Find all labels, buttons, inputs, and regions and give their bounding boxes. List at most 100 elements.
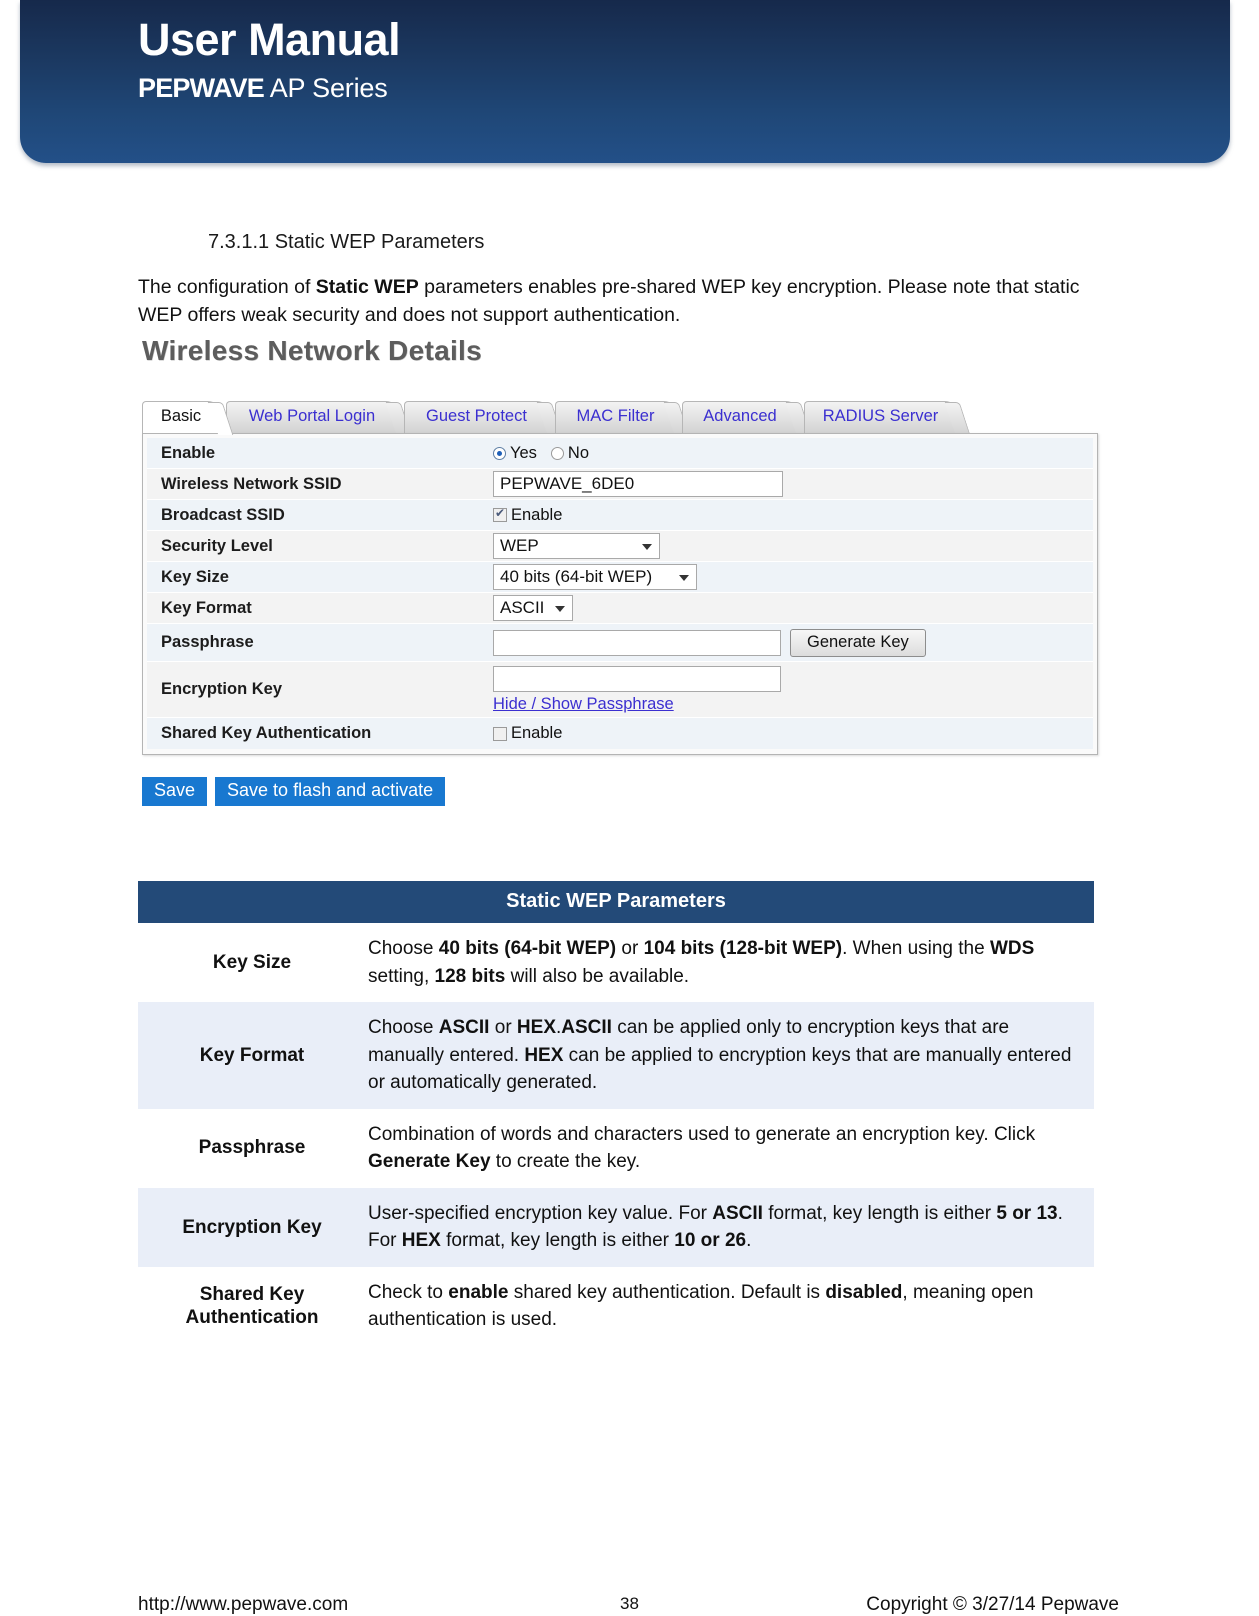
row-enable: Enable Yes No — [147, 438, 1093, 469]
shared-key-auth-checkbox-label: Enable — [511, 724, 563, 742]
checkbox-unchecked-icon — [493, 726, 507, 741]
radio-yes-label: Yes — [510, 443, 537, 462]
key-format-select[interactable]: ASCII — [493, 595, 573, 621]
tab-bar: Basic Web Portal Login Guest Protect MAC… — [142, 401, 1098, 433]
row-passphrase: Passphrase Generate Key — [147, 624, 1093, 662]
param-desc-key-size: Choose 40 bits (64-bit WEP) or 104 bits … — [368, 938, 1035, 987]
key-format-value: ASCII — [500, 598, 545, 617]
chevron-down-icon — [679, 575, 689, 581]
row-label-security-level: Security Level — [161, 536, 273, 555]
series-name: AP Series — [263, 72, 388, 103]
shared-key-auth-checkbox[interactable]: Enable — [493, 724, 562, 743]
checkbox-checked-icon — [493, 506, 507, 523]
param-desc-encryption-key: User-specified encryption key value. For… — [366, 1187, 1094, 1267]
save-to-flash-and-activate-button[interactable]: Save to flash and activate — [215, 777, 446, 806]
tab-label: Basic — [160, 407, 202, 425]
param-name-key-format: Key Format — [138, 1002, 366, 1109]
table-header-row: Static WEP Parameters — [138, 881, 1094, 923]
chevron-down-icon — [555, 606, 565, 612]
row-value-encryption-key: Hide / Show Passphrase — [489, 665, 1093, 714]
param-name-shared-key-auth: Shared Key Authentication — [185, 1283, 319, 1329]
settings-panel: Enable Yes No Wireless Network SSID PEPW… — [142, 433, 1098, 755]
row-value-enable: Yes No — [489, 444, 1093, 463]
radio-no-icon — [550, 446, 564, 460]
radio-yes[interactable]: Yes — [493, 444, 537, 463]
tab-label: MAC Filter — [576, 407, 655, 425]
intro-bold-term: Static WEP — [315, 276, 419, 298]
row-label-key-size: Key Size — [161, 567, 229, 586]
row-label-shared-key-auth: Shared Key Authentication — [161, 724, 372, 742]
param-desc-shared-key-auth: Check to enable shared key authenticatio… — [368, 1281, 1034, 1331]
tab-mac-filter[interactable]: MAC Filter — [555, 401, 676, 433]
ssid-input[interactable]: PEPWAVE_6DE0 — [493, 471, 783, 497]
page-header-banner: User Manual PEPWAVE AP Series — [20, 0, 1230, 163]
tab-label: Web Portal Login — [248, 407, 376, 425]
table-row: Key Size Choose 40 bits (64-bit WEP) or … — [138, 923, 1094, 1002]
row-label-enable: Enable — [161, 443, 216, 462]
static-wep-parameters-table: Static WEP Parameters Key Size Choose 40… — [138, 881, 1094, 1346]
row-key-format: Key Format ASCII — [147, 593, 1093, 624]
row-label-encryption-key: Encryption Key — [161, 680, 283, 698]
tab-label: Guest Protect — [426, 407, 527, 425]
security-level-select[interactable]: WEP — [493, 533, 660, 559]
row-label-broadcast-ssid: Broadcast SSID — [161, 505, 285, 524]
tab-guest-protect[interactable]: Guest Protect — [404, 401, 549, 433]
screenshot-panel-title: Wireless Network Details — [142, 335, 482, 366]
hide-show-passphrase-link[interactable]: Hide / Show Passphrase — [493, 695, 781, 714]
tab-basic[interactable]: Basic — [142, 401, 220, 433]
row-security-level: Security Level WEP — [147, 531, 1093, 562]
footer-copyright: Copyright © 3/27/14 Pepwave — [866, 1594, 1119, 1615]
brand-name: PEPWAVE — [138, 72, 265, 103]
tab-web-portal-login[interactable]: Web Portal Login — [226, 401, 398, 433]
broadcast-ssid-checkbox[interactable]: Enable — [493, 506, 562, 525]
table-row: Key Format Choose ASCII or HEX.ASCII can… — [138, 1002, 1094, 1109]
radio-no[interactable]: No — [550, 443, 590, 463]
broadcast-ssid-checkbox-label: Enable — [511, 505, 563, 524]
chevron-down-icon — [642, 544, 652, 550]
action-button-row: Save Save to flash and activate — [142, 777, 1098, 806]
row-label-ssid: Wireless Network SSID — [161, 474, 342, 493]
encryption-key-group: Hide / Show Passphrase — [493, 665, 781, 714]
row-value-ssid: PEPWAVE_6DE0 — [489, 471, 1093, 497]
security-level-value: WEP — [500, 536, 539, 555]
table-title: Static WEP Parameters — [138, 881, 1094, 923]
ui-screenshot: Wireless Network Details Basic Web Porta… — [138, 335, 1098, 806]
param-desc-key-format: Choose ASCII or HEX.ASCII can be applied… — [366, 1002, 1094, 1109]
row-value-security-level: WEP — [489, 533, 1093, 559]
row-shared-key-auth: Shared Key Authentication Enable — [147, 718, 1093, 749]
param-name-key-size: Key Size — [212, 951, 292, 973]
row-value-key-format: ASCII — [489, 595, 1093, 621]
banner-text-group: User Manual PEPWAVE AP Series — [138, 14, 401, 104]
key-size-select[interactable]: 40 bits (64-bit WEP) — [493, 564, 697, 590]
manual-title: User Manual — [138, 14, 401, 65]
row-label-passphrase: Passphrase — [161, 633, 254, 651]
save-button[interactable]: Save — [142, 777, 208, 806]
row-value-shared-key-auth: Enable — [489, 724, 1093, 743]
table-row: Shared Key Authentication Check to enabl… — [138, 1267, 1094, 1346]
row-label-key-format: Key Format — [161, 598, 252, 617]
param-name-encryption-key: Encryption Key — [138, 1187, 366, 1267]
tab-radius-server[interactable]: RADIUS Server — [804, 401, 957, 433]
radio-no-label: No — [567, 443, 590, 462]
intro-paragraph: The configuration of Static WEP paramete… — [138, 273, 1083, 330]
intro-text-lead: The configuration of — [138, 276, 316, 298]
generate-key-button[interactable]: Generate Key — [790, 628, 926, 657]
tab-label: RADIUS Server — [822, 407, 939, 425]
encryption-key-input[interactable] — [493, 665, 781, 692]
row-ssid: Wireless Network SSID PEPWAVE_6DE0 — [147, 469, 1093, 500]
row-broadcast-ssid: Broadcast SSID Enable — [147, 500, 1093, 531]
row-encryption-key: Encryption Key Hide / Show Passphrase — [147, 662, 1093, 718]
passphrase-input[interactable] — [493, 629, 781, 656]
row-value-key-size: 40 bits (64-bit WEP) — [489, 564, 1093, 590]
tab-advanced[interactable]: Advanced — [682, 401, 798, 433]
product-line-label: PEPWAVE AP Series — [138, 73, 400, 104]
param-desc-passphrase: Combination of words and characters used… — [368, 1123, 1036, 1173]
param-name-passphrase: Passphrase — [198, 1137, 306, 1159]
row-value-passphrase: Generate Key — [489, 628, 1093, 657]
row-value-broadcast-ssid: Enable — [489, 506, 1093, 525]
radio-yes-icon — [493, 446, 506, 460]
section-heading: 7.3.1.1 Static WEP Parameters — [208, 231, 485, 253]
table-row: Encryption Key User-specified encryption… — [138, 1187, 1094, 1267]
row-key-size: Key Size 40 bits (64-bit WEP) — [147, 562, 1093, 593]
table-row: Passphrase Combination of words and char… — [138, 1109, 1094, 1188]
